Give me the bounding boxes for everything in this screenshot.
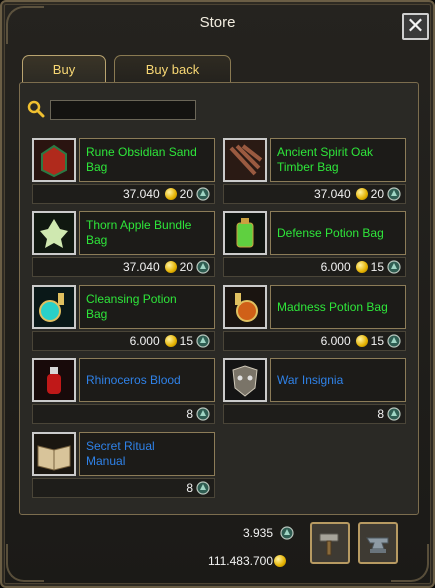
item-price: 8 <box>32 478 215 498</box>
silver-balance: 111.483.700 <box>208 554 273 568</box>
defense-potion-bag-icon[interactable] <box>223 211 267 255</box>
store-item[interactable]: War Insignia 8 <box>223 358 406 424</box>
gem-icon <box>196 260 210 274</box>
coin-icon <box>274 555 286 567</box>
store-item[interactable]: Madness Potion Bag 6.000 15 <box>223 285 406 351</box>
item-name[interactable]: Secret Ritual Manual <box>79 432 215 476</box>
silver-price: 6.000 <box>320 334 351 348</box>
silver-price: 6.000 <box>320 260 351 274</box>
store-item[interactable]: Ancient Spirit Oak Timber Bag 37.040 20 <box>223 138 406 204</box>
store-item[interactable]: Rhinoceros Blood 8 <box>32 358 215 424</box>
item-name[interactable]: War Insignia <box>270 358 406 402</box>
repair-button[interactable] <box>310 522 350 564</box>
gem-icon <box>387 260 401 274</box>
item-price: 6.000 15 <box>32 331 215 351</box>
war-insignia-icon[interactable] <box>223 358 267 402</box>
coin-icon <box>164 188 177 200</box>
gem-price: 8 <box>377 407 384 421</box>
ritual-manual-icon[interactable] <box>32 432 76 476</box>
silver-price: 37.040 <box>122 187 160 201</box>
store-item[interactable]: Defense Potion Bag 6.000 15 <box>223 211 406 277</box>
gem-price: 20 <box>179 187 193 201</box>
search-input[interactable] <box>50 100 196 120</box>
store-item[interactable]: Cleansing Potion Bag 6.000 15 <box>32 285 215 351</box>
thorn-apple-bag-icon[interactable] <box>32 211 76 255</box>
coin-icon <box>355 335 368 347</box>
frame-ornament <box>6 544 44 582</box>
item-price: 6.000 15 <box>223 331 406 351</box>
silver-price: 37.040 <box>122 260 160 274</box>
anvil-icon <box>366 537 389 553</box>
item-name[interactable]: Madness Potion Bag <box>270 285 406 329</box>
gem-price: 15 <box>370 334 384 348</box>
gem-icon <box>196 407 210 421</box>
rhinoceros-blood-icon[interactable] <box>32 358 76 402</box>
silver-price: 6.000 <box>129 334 160 348</box>
coin-icon <box>164 335 177 347</box>
store-item[interactable]: Rune Obsidian Sand Bag 37.040 20 <box>32 138 215 204</box>
window-title: Store <box>199 14 236 31</box>
gem-price: 8 <box>186 481 193 495</box>
item-price: 37.040 20 <box>32 257 215 277</box>
item-price: 37.040 20 <box>32 184 215 204</box>
item-name[interactable]: Thorn Apple Bundle Bag <box>79 211 215 255</box>
gem-icon <box>387 334 401 348</box>
gem-price: 20 <box>179 260 193 274</box>
store-item[interactable]: Thorn Apple Bundle Bag 37.040 20 <box>32 211 215 277</box>
gem-price: 15 <box>370 260 384 274</box>
sell-button[interactable] <box>358 522 398 564</box>
gem-price: 20 <box>370 187 384 201</box>
store-item[interactable]: Secret Ritual Manual 8 <box>32 432 215 498</box>
gem-icon <box>196 481 210 495</box>
gem-balance: 3.935 <box>242 526 273 540</box>
hammer-icon <box>319 533 339 556</box>
close-icon: ✕ <box>406 13 425 39</box>
gem-price: 8 <box>186 407 193 421</box>
search-icon <box>27 100 45 118</box>
item-price: 6.000 15 <box>223 257 406 277</box>
coin-icon <box>355 188 368 200</box>
item-name[interactable]: Defense Potion Bag <box>270 211 406 255</box>
gem-icon <box>280 526 294 540</box>
tab-buy[interactable]: Buy <box>22 55 106 83</box>
coin-icon <box>164 261 177 273</box>
silver-price: 37.040 <box>313 187 351 201</box>
close-button[interactable]: ✕ <box>402 13 429 40</box>
store-window: Store ✕ Buy Buy back Rune Obsidian Sand B… <box>0 0 435 588</box>
obsidian-sand-bag-icon[interactable] <box>32 138 76 182</box>
madness-potion-bag-icon[interactable] <box>223 285 267 329</box>
item-name[interactable]: Cleansing Potion Bag <box>79 285 215 329</box>
oak-timber-bag-icon[interactable] <box>223 138 267 182</box>
gem-icon <box>196 187 210 201</box>
item-price: 37.040 20 <box>223 184 406 204</box>
coin-icon <box>355 261 368 273</box>
gem-icon <box>387 407 401 421</box>
item-name[interactable]: Rune Obsidian Sand Bag <box>79 138 215 182</box>
item-price: 8 <box>223 404 406 424</box>
cleansing-potion-bag-icon[interactable] <box>32 285 76 329</box>
tab-buy-back[interactable]: Buy back <box>114 55 231 83</box>
gem-icon <box>387 187 401 201</box>
gem-icon <box>196 334 210 348</box>
item-name[interactable]: Ancient Spirit Oak Timber Bag <box>270 138 406 182</box>
item-price: 8 <box>32 404 215 424</box>
gem-price: 15 <box>179 334 193 348</box>
item-name[interactable]: Rhinoceros Blood <box>79 358 215 402</box>
